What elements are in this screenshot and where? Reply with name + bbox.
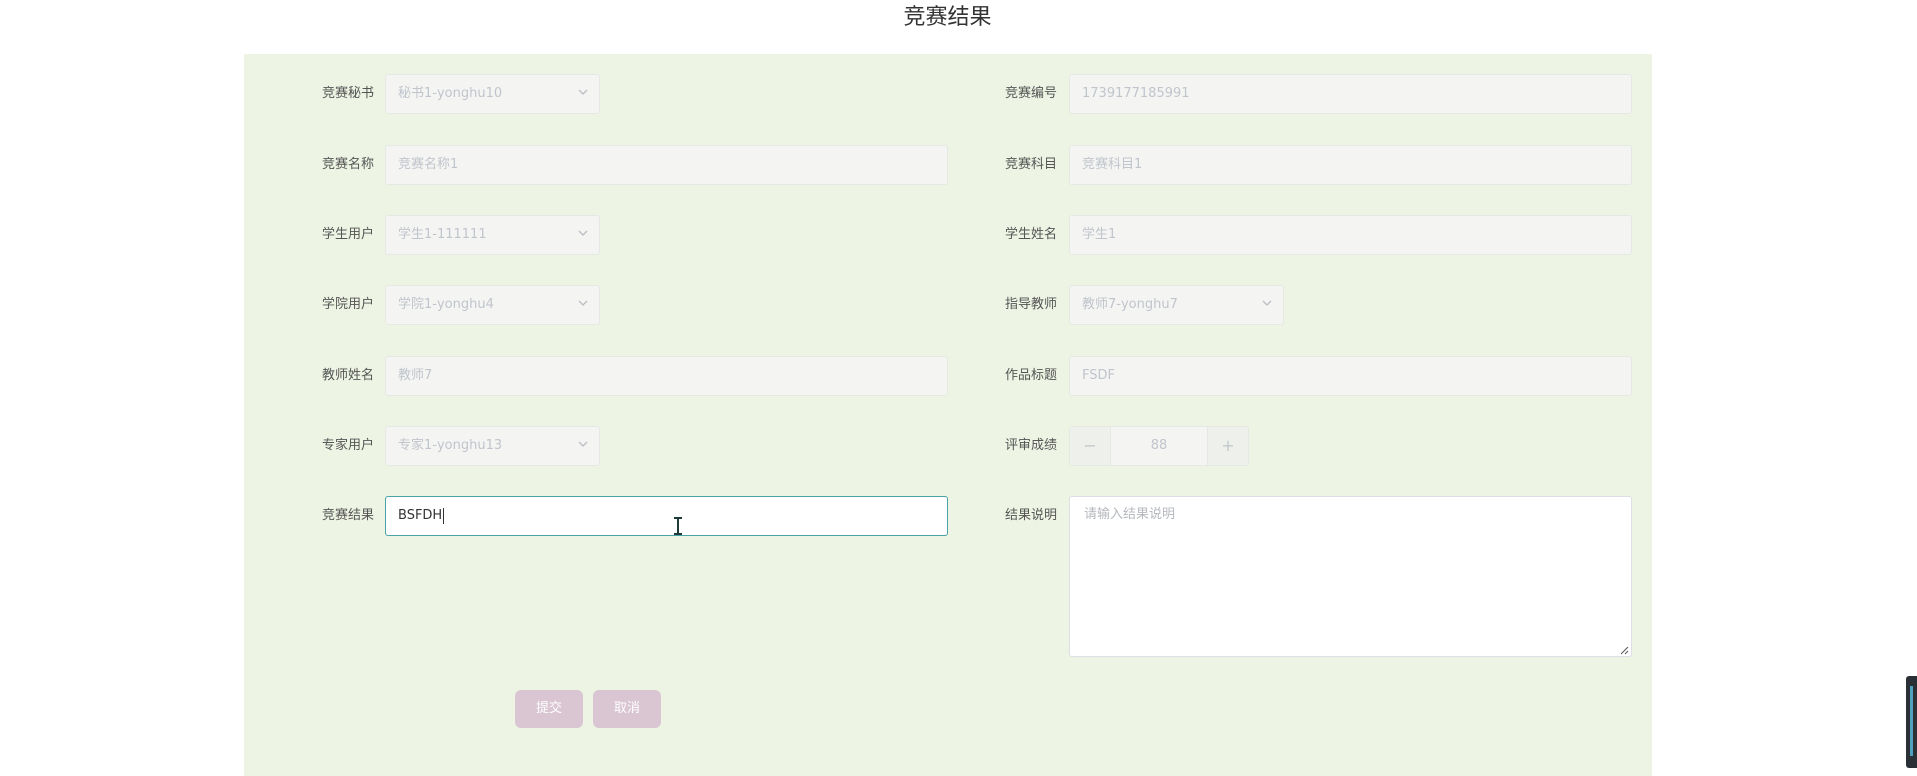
chevron-down-icon (577, 216, 589, 254)
chevron-down-icon (577, 427, 589, 465)
result-label: 竞赛结果 (321, 508, 374, 523)
advisor-select[interactable]: 教师7-yonghu7 (1069, 285, 1284, 325)
chevron-down-icon (1261, 286, 1273, 324)
result-note-placeholder: 请输入结果说明 (1084, 507, 1176, 522)
secretary-select-value: 秘书1-yonghu10 (398, 86, 503, 101)
student-user-select[interactable]: 学生1-111111 (385, 215, 600, 255)
college-user-label: 学院用户 (321, 297, 374, 312)
teacher-name-input[interactable]: 教师7 (385, 356, 948, 396)
student-user-select-value: 学生1-111111 (398, 227, 487, 242)
college-user-select[interactable]: 学院1-yonghu4 (385, 285, 600, 325)
competition-no-label: 竞赛编号 (1004, 86, 1057, 101)
competition-subject-label: 竞赛科目 (1004, 157, 1057, 172)
resize-handle-icon[interactable] (1619, 644, 1629, 655)
expert-user-label: 专家用户 (321, 438, 374, 453)
secretary-select[interactable]: 秘书1-yonghu10 (385, 74, 600, 114)
teacher-name-label: 教师姓名 (321, 368, 374, 383)
competition-name-label: 竞赛名称 (321, 157, 374, 172)
result-note-label: 结果说明 (1004, 508, 1057, 523)
page-title: 竞赛结果 (903, 5, 992, 30)
expert-user-select-value: 专家1-yonghu13 (398, 438, 503, 453)
review-score-stepper[interactable]: − 88 + (1069, 426, 1249, 466)
student-name-input[interactable]: 学生1 (1069, 215, 1632, 255)
work-title-input[interactable]: FSDF (1069, 356, 1632, 396)
text-cursor-icon (672, 517, 684, 535)
review-score-label: 评审成绩 (1004, 438, 1057, 453)
expert-user-select[interactable]: 专家1-yonghu13 (385, 426, 600, 466)
chevron-down-icon (577, 286, 589, 324)
decrement-button[interactable]: − (1070, 427, 1111, 465)
advisor-label: 指导教师 (1004, 297, 1057, 312)
result-note-textarea[interactable]: 请输入结果说明 (1069, 496, 1632, 657)
competition-name-input[interactable]: 竞赛名称1 (385, 145, 948, 185)
advisor-select-value: 教师7-yonghu7 (1082, 297, 1178, 312)
secretary-label: 竞赛秘书 (321, 86, 374, 101)
cancel-button[interactable]: 取消 (593, 690, 661, 728)
student-user-label: 学生用户 (321, 227, 374, 242)
work-title-label: 作品标题 (1004, 368, 1057, 383)
text-caret (443, 507, 445, 524)
college-user-select-value: 学院1-yonghu4 (398, 297, 494, 312)
result-input[interactable]: BSFDH (385, 496, 948, 536)
result-input-value: BSFDH (398, 508, 443, 523)
review-score-value[interactable]: 88 (1110, 427, 1208, 465)
submit-button[interactable]: 提交 (515, 690, 583, 728)
competition-subject-input[interactable]: 竞赛科目1 (1069, 145, 1632, 185)
increment-button[interactable]: + (1207, 427, 1248, 465)
widget-indicator-icon (1910, 686, 1913, 756)
student-name-label: 学生姓名 (1004, 227, 1057, 242)
side-widget[interactable] (1906, 676, 1917, 768)
chevron-down-icon (577, 75, 589, 113)
competition-no-input[interactable]: 1739177185991 (1069, 74, 1632, 114)
